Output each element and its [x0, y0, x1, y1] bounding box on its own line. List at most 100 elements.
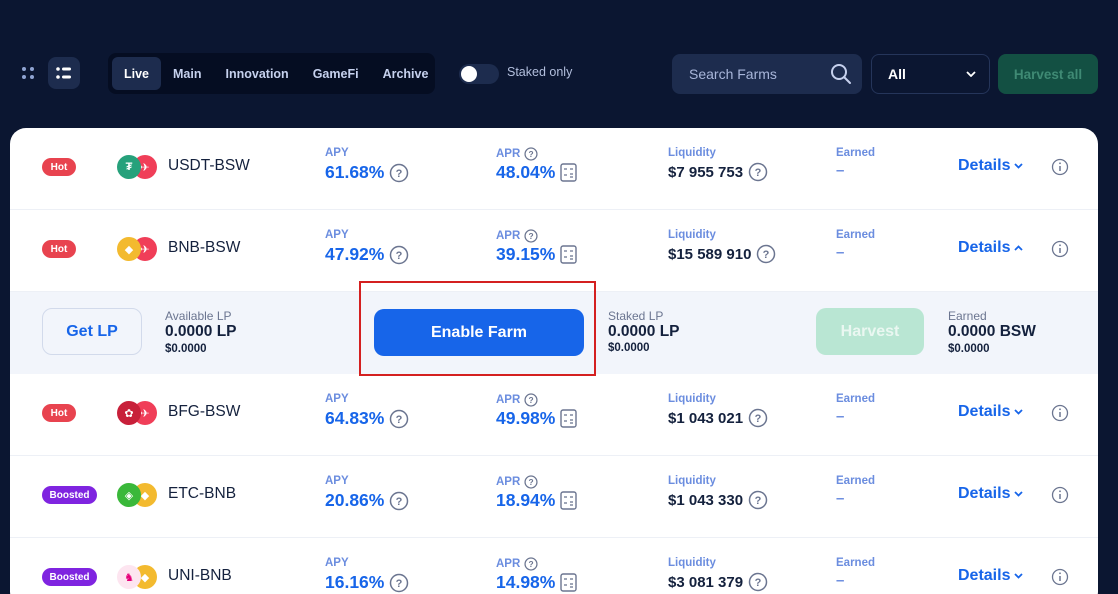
svg-text:?: ?: [755, 495, 762, 507]
farm-filter-select[interactable]: All: [871, 54, 990, 94]
earned-bsw-value: 0.0000 BSW: [948, 323, 1036, 340]
view-toggle: [12, 57, 80, 89]
staked-only-toggle[interactable]: [459, 64, 499, 84]
bnb-icon: ◆: [117, 237, 141, 261]
tab-archive[interactable]: Archive: [371, 57, 441, 90]
details-label: Details: [958, 567, 1011, 584]
earned-value: –: [836, 162, 845, 179]
list-view-button[interactable]: [48, 57, 80, 89]
get-lp-button[interactable]: Get LP: [42, 308, 142, 355]
staked-lp-value: 0.0000 LP: [608, 323, 680, 340]
earned-value: –: [836, 490, 845, 507]
etc-icon: ◈: [117, 483, 141, 507]
details-toggle[interactable]: Details: [958, 239, 1024, 257]
pair-name: UNI-BNB: [168, 567, 232, 584]
svg-text:?: ?: [755, 167, 762, 179]
pair-name: USDT-BSW: [168, 157, 250, 174]
apr-value: 18.94%: [496, 490, 556, 510]
help-icon[interactable]: ?: [748, 408, 768, 428]
calculator-icon[interactable]: [560, 491, 578, 510]
details-toggle[interactable]: Details: [958, 567, 1024, 585]
help-icon[interactable]: ?: [524, 229, 538, 243]
earned-label: Earned: [836, 229, 875, 241]
harvest-all-button[interactable]: Harvest all: [998, 54, 1098, 94]
svg-text:?: ?: [529, 559, 534, 569]
svg-text:?: ?: [529, 395, 534, 405]
svg-text:?: ?: [396, 168, 403, 180]
apr-label: APR: [496, 394, 521, 406]
chevron-down-icon: [1014, 409, 1024, 415]
help-icon[interactable]: ?: [524, 475, 538, 489]
details-toggle[interactable]: Details: [958, 157, 1024, 175]
earned-value: –: [836, 408, 845, 425]
apy-value: 47.92%: [325, 244, 385, 264]
harvest-button[interactable]: Harvest: [816, 308, 924, 355]
tab-live[interactable]: Live: [112, 57, 162, 90]
bfg-icon: ✿: [117, 401, 141, 425]
grid-view-button[interactable]: [12, 57, 44, 89]
liquidity-value: $15 589 910: [668, 245, 752, 263]
tab-innovation[interactable]: Innovation: [214, 57, 301, 90]
apr-label: APR: [496, 476, 521, 488]
token-pair-icons: ◆ ✈: [117, 237, 163, 261]
token-pair-icons: ♞ ◆: [117, 565, 163, 589]
help-icon[interactable]: ?: [389, 163, 409, 183]
earned-value: –: [836, 572, 845, 589]
chevron-down-icon: [1014, 163, 1024, 169]
farm-row-usdt-bsw[interactable]: Hot ₮ ✈ USDT-BSW APY 61.68% ? APR ? 48.0…: [10, 128, 1098, 210]
apr-value: 14.98%: [496, 572, 556, 592]
details-label: Details: [958, 239, 1011, 256]
info-icon[interactable]: [1051, 568, 1069, 586]
help-icon[interactable]: ?: [389, 573, 409, 593]
available-lp-label: Available LP: [165, 309, 232, 323]
apr-value: 49.98%: [496, 408, 556, 428]
help-icon[interactable]: ?: [524, 147, 538, 161]
svg-text:?: ?: [396, 496, 403, 508]
help-icon[interactable]: ?: [524, 393, 538, 407]
svg-text:?: ?: [396, 414, 403, 426]
calculator-icon[interactable]: [560, 163, 578, 182]
search-icon[interactable]: [830, 63, 852, 85]
info-icon[interactable]: [1051, 404, 1069, 422]
info-icon[interactable]: [1051, 240, 1069, 258]
usdt-icon: ₮: [117, 155, 141, 179]
token-pair-icons: ◈ ◆: [117, 483, 163, 507]
help-icon[interactable]: ?: [389, 409, 409, 429]
apy-value: 20.86%: [325, 490, 385, 510]
apy-value: 16.16%: [325, 572, 385, 592]
calculator-icon[interactable]: [560, 245, 578, 264]
calculator-icon[interactable]: [560, 409, 578, 428]
help-icon[interactable]: ?: [389, 245, 409, 265]
liquidity-value: $3 081 379: [668, 573, 744, 591]
help-icon[interactable]: ?: [748, 162, 768, 182]
enable-farm-button[interactable]: Enable Farm: [374, 309, 584, 356]
details-toggle[interactable]: Details: [958, 403, 1024, 421]
help-icon[interactable]: ?: [524, 557, 538, 571]
help-icon[interactable]: ?: [748, 490, 768, 510]
svg-text:?: ?: [755, 577, 762, 589]
farm-row-bfg-bsw[interactable]: Hot ✿ ✈ BFG-BSW APY 64.83% ? APR ? 49.98…: [10, 374, 1098, 456]
farm-row-bnb-bsw[interactable]: Hot ◆ ✈ BNB-BSW APY 47.92% ? APR ? 39.15…: [10, 210, 1098, 292]
tab-gamefi[interactable]: GameFi: [301, 57, 371, 90]
pair-name: ETC-BNB: [168, 485, 237, 502]
details-toggle[interactable]: Details: [958, 485, 1024, 503]
tab-main[interactable]: Main: [161, 57, 213, 90]
farm-row-etc-bnb[interactable]: Boosted ◈ ◆ ETC-BNB APY 20.86% ? APR ? 1…: [10, 456, 1098, 538]
staked-lp-label: Staked LP: [608, 309, 664, 323]
search-input[interactable]: [689, 66, 819, 82]
svg-text:?: ?: [529, 149, 534, 159]
liquidity-label: Liquidity: [668, 557, 716, 569]
pair-name: BNB-BSW: [168, 239, 241, 256]
info-icon[interactable]: [1051, 486, 1069, 504]
help-icon[interactable]: ?: [389, 491, 409, 511]
svg-text:?: ?: [396, 578, 403, 590]
earned-usd: $0.0000: [948, 343, 990, 355]
apy-value: 64.83%: [325, 408, 385, 428]
farm-row-uni-bnb[interactable]: Boosted ♞ ◆ UNI-BNB APY 16.16% ? APR ? 1…: [10, 538, 1098, 594]
calculator-icon[interactable]: [560, 573, 578, 592]
help-icon[interactable]: ?: [748, 572, 768, 592]
chevron-down-icon: [966, 71, 976, 77]
toggle-knob: [461, 66, 477, 82]
info-icon[interactable]: [1051, 158, 1069, 176]
help-icon[interactable]: ?: [756, 244, 776, 264]
